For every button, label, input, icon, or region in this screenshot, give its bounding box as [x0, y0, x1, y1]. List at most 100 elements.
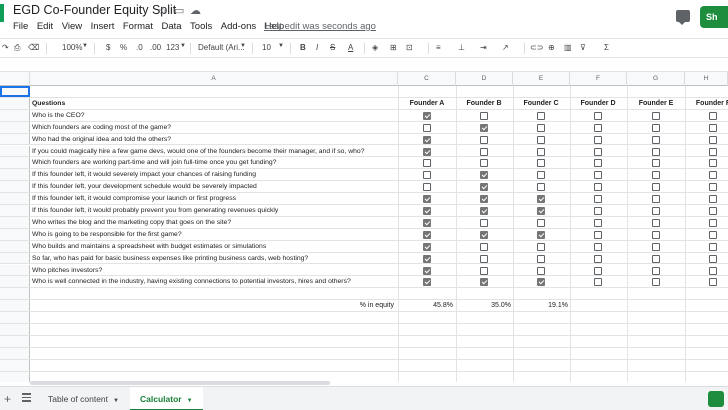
checkbox-unchecked[interactable] [709, 147, 717, 156]
column-header-a[interactable]: A [30, 72, 398, 86]
paint-format-icon[interactable]: ⌫ [28, 43, 39, 52]
insert-chart-icon[interactable]: ▥ [564, 43, 572, 52]
question-cell[interactable]: Who is the CEO? [32, 110, 85, 121]
checkbox-unchecked[interactable] [652, 171, 660, 180]
row-header[interactable] [0, 300, 30, 312]
text-wrap-icon[interactable]: ⇥ [480, 43, 487, 52]
last-edit-link[interactable]: Last edit was seconds ago [264, 21, 376, 32]
menu-view[interactable]: View [62, 21, 82, 32]
column-header-f[interactable]: F [570, 72, 627, 86]
checkbox-unchecked[interactable] [594, 230, 602, 239]
checkbox-unchecked[interactable] [537, 171, 545, 180]
row-header[interactable] [0, 133, 30, 145]
checkbox-checked[interactable] [423, 207, 431, 215]
horizontal-align-icon[interactable]: ≡ [436, 43, 441, 52]
row-header[interactable] [0, 276, 30, 288]
add-sheet-icon[interactable]: + [4, 392, 11, 406]
checkbox-unchecked[interactable] [480, 242, 488, 251]
checkbox-unchecked[interactable] [709, 242, 717, 251]
question-cell[interactable]: Who is going to be responsible for the f… [32, 229, 182, 240]
checkbox-unchecked[interactable] [652, 266, 660, 275]
increase-decimal-button[interactable]: .00 [150, 43, 161, 52]
checkbox-unchecked[interactable] [594, 207, 602, 215]
checkbox-unchecked[interactable] [709, 183, 717, 192]
checkbox-unchecked[interactable] [652, 230, 660, 239]
checkbox-unchecked[interactable] [537, 123, 545, 132]
checkbox-unchecked[interactable] [537, 266, 545, 275]
row-header[interactable] [0, 181, 30, 193]
text-color-icon[interactable]: A [348, 43, 353, 52]
checkbox-unchecked[interactable] [709, 135, 717, 144]
checkbox-unchecked[interactable] [652, 123, 660, 132]
checkbox-checked[interactable] [423, 230, 431, 239]
question-cell[interactable]: Who is well connected in the industry, h… [32, 276, 351, 287]
checkbox-unchecked[interactable] [594, 123, 602, 132]
column-header-e[interactable]: E [513, 72, 570, 86]
row-header[interactable] [0, 97, 30, 109]
checkbox-checked[interactable] [423, 254, 431, 263]
merge-cells-icon[interactable]: ⊡ [406, 43, 413, 52]
checkbox-checked[interactable] [423, 278, 431, 287]
checkbox-unchecked[interactable] [652, 183, 660, 192]
column-header-g[interactable]: G [627, 72, 685, 86]
checkbox-unchecked[interactable] [594, 195, 602, 204]
menu-edit[interactable]: Edit [37, 21, 53, 32]
checkbox-unchecked[interactable] [652, 218, 660, 227]
checkbox-unchecked[interactable] [652, 242, 660, 251]
row-header[interactable] [0, 240, 30, 252]
checkbox-unchecked[interactable] [594, 135, 602, 144]
checkbox-unchecked[interactable] [480, 254, 488, 263]
checkbox-unchecked[interactable] [709, 207, 717, 215]
checkbox-checked[interactable] [480, 123, 488, 132]
currency-format-button[interactable]: $ [106, 43, 110, 52]
checkbox-unchecked[interactable] [423, 183, 431, 192]
functions-icon[interactable]: Σ [604, 43, 609, 52]
checkbox-unchecked[interactable] [594, 171, 602, 180]
checkbox-unchecked[interactable] [480, 147, 488, 156]
checkbox-unchecked[interactable] [594, 218, 602, 227]
redo-icon[interactable]: ↷ [2, 43, 9, 52]
checkbox-checked[interactable] [537, 230, 545, 239]
checkbox-unchecked[interactable] [709, 159, 717, 168]
checkbox-unchecked[interactable] [709, 111, 717, 120]
row-header[interactable] [0, 216, 30, 228]
tab-table-of-content[interactable]: Table of content ▼ [38, 387, 129, 410]
row-header[interactable] [0, 252, 30, 264]
cloud-status-icon[interactable]: ☁ [190, 4, 201, 17]
checkbox-unchecked[interactable] [709, 266, 717, 275]
checkbox-unchecked[interactable] [480, 159, 488, 168]
question-cell[interactable]: So far, who has paid for basic business … [32, 253, 308, 264]
row-header[interactable] [0, 359, 30, 371]
selected-cell[interactable] [0, 86, 30, 97]
italic-icon[interactable]: I [316, 43, 318, 52]
checkbox-checked[interactable] [480, 278, 488, 287]
menu-add-ons[interactable]: Add-ons [221, 21, 256, 32]
checkbox-unchecked[interactable] [594, 242, 602, 251]
checkbox-unchecked[interactable] [480, 266, 488, 275]
checkbox-unchecked[interactable] [537, 183, 545, 192]
decrease-decimal-button[interactable]: .0 [136, 43, 143, 52]
menu-insert[interactable]: Insert [91, 21, 115, 32]
checkbox-checked[interactable] [480, 183, 488, 192]
checkbox-checked[interactable] [423, 147, 431, 156]
checkbox-unchecked[interactable] [652, 135, 660, 144]
star-icon[interactable]: ☆ [158, 4, 168, 17]
spreadsheet-grid[interactable]: A C D E F G H Questions Founder A Founder … [0, 72, 728, 382]
text-rotation-icon[interactable]: ↗ [502, 43, 509, 52]
checkbox-unchecked[interactable] [652, 111, 660, 120]
menu-format[interactable]: Format [123, 21, 153, 32]
checkbox-unchecked[interactable] [537, 254, 545, 263]
question-cell[interactable]: Who writes the blog and the marketing co… [32, 217, 231, 228]
insert-comment-icon[interactable]: ⊕ [548, 43, 555, 52]
column-header-h[interactable]: H [685, 72, 728, 86]
checkbox-checked[interactable] [423, 111, 431, 120]
checkbox-unchecked[interactable] [709, 278, 717, 287]
row-header[interactable] [0, 324, 30, 335]
percent-format-button[interactable]: % [120, 43, 127, 52]
font-select[interactable]: Default (Ari... [198, 43, 245, 52]
checkbox-unchecked[interactable] [709, 254, 717, 263]
print-icon[interactable]: ⎙ [14, 43, 20, 53]
insert-link-icon[interactable]: ⊂⊃ [530, 43, 543, 52]
checkbox-unchecked[interactable] [594, 254, 602, 263]
share-button[interactable]: Sh [700, 6, 728, 28]
